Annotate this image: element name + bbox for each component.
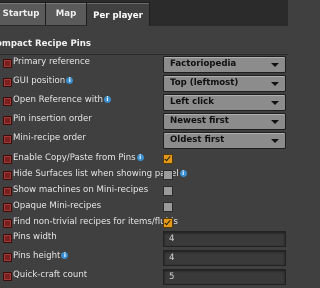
setting-row-pin-insertion-order: Pin insertion order Newest first [0, 112, 288, 130]
mod-setting-icon [3, 203, 12, 212]
setting-row-open-reference: Open Reference with i Left click [0, 93, 288, 111]
setting-label: Mini-recipe order [13, 133, 86, 143]
dropdown-value: Factoriopedia [170, 59, 237, 69]
setting-row-primary-reference: Primary reference Factoriopedia [0, 55, 288, 73]
quick-craft-count-input[interactable]: 5 [163, 269, 286, 285]
hide-surfaces-checkbox[interactable] [163, 170, 173, 180]
setting-label: Hide Surfaces list when showing panel i [13, 169, 187, 179]
chevron-down-icon [271, 63, 279, 67]
setting-label: Primary reference [13, 57, 90, 67]
setting-label: Find non-trivial recipes for items/fluid… [13, 217, 178, 227]
info-icon[interactable]: i [61, 252, 69, 259]
mod-setting-icon [3, 219, 12, 228]
tab-startup[interactable]: Startup [0, 2, 46, 25]
chevron-down-icon [271, 139, 279, 143]
setting-label: Open Reference with i [13, 95, 111, 105]
setting-label: Enable Copy/Paste from Pins i [13, 153, 144, 163]
mod-setting-icon [3, 234, 12, 243]
primary-reference-dropdown[interactable]: Factoriopedia [163, 56, 286, 73]
tab-per-player[interactable]: Per player [86, 2, 150, 28]
setting-row-pins-width: Pins width 4 [0, 230, 288, 248]
mod-setting-icon [3, 97, 12, 106]
tab-map[interactable]: Map [45, 2, 87, 25]
setting-label: Pins width [13, 232, 57, 242]
setting-row-quick-craft-count: Quick-craft count 5 [0, 268, 288, 286]
dropdown-value: Left click [170, 97, 214, 107]
settings-panel: ompact Recipe Pins Primary reference Fac… [0, 26, 288, 288]
info-icon[interactable]: i [179, 170, 187, 177]
section-title: ompact Recipe Pins [0, 39, 91, 49]
setting-row-pins-height: Pins height i 4 [0, 249, 288, 267]
dropdown-value: Oldest first [170, 135, 225, 145]
setting-label: Quick-craft count [13, 270, 88, 280]
info-icon[interactable]: i [136, 154, 144, 161]
gui-position-dropdown[interactable]: Top (leftmost) [163, 75, 286, 92]
input-value: 5 [169, 272, 175, 282]
pins-width-input[interactable]: 4 [163, 231, 286, 247]
mod-setting-icon [3, 78, 12, 87]
setting-label: Pin insertion order [13, 114, 92, 124]
mod-setting-icon [3, 187, 12, 196]
pins-height-input[interactable]: 4 [163, 250, 286, 266]
dropdown-value: Newest first [170, 116, 229, 126]
mod-setting-icon [3, 116, 12, 125]
dropdown-value: Top (leftmost) [170, 78, 239, 88]
mod-setting-icon [3, 272, 12, 281]
mod-setting-icon [3, 253, 12, 262]
mod-setting-icon [3, 171, 12, 180]
find-non-trivial-checkbox[interactable] [163, 218, 173, 228]
setting-row-gui-position: GUI position i Top (leftmost) [0, 74, 288, 92]
info-icon[interactable]: i [103, 96, 111, 103]
mod-setting-icon [3, 155, 12, 164]
input-value: 4 [169, 234, 175, 244]
opaque-mini-recipes-checkbox[interactable] [163, 202, 173, 212]
enable-copy-paste-checkbox[interactable] [163, 154, 173, 164]
info-icon[interactable]: i [66, 77, 74, 84]
setting-label: Opaque Mini-recipes [13, 201, 102, 211]
setting-row-mini-recipe-order: Mini-recipe order Oldest first [0, 131, 288, 149]
input-value: 4 [169, 253, 175, 263]
setting-label: Pins height i [13, 251, 69, 261]
chevron-down-icon [271, 82, 279, 86]
chevron-down-icon [271, 101, 279, 105]
mod-setting-icon [3, 135, 12, 144]
mini-recipe-order-dropdown[interactable]: Oldest first [163, 132, 286, 149]
chevron-down-icon [271, 120, 279, 124]
setting-label: Show machines on Mini-recipes [13, 185, 149, 195]
show-machines-checkbox[interactable] [163, 186, 173, 196]
pin-insertion-order-dropdown[interactable]: Newest first [163, 113, 286, 130]
tab-bar: Startup Map Per player [0, 0, 288, 28]
open-reference-dropdown[interactable]: Left click [163, 94, 286, 111]
setting-label: GUI position i [13, 76, 74, 86]
mod-setting-icon [3, 59, 12, 68]
